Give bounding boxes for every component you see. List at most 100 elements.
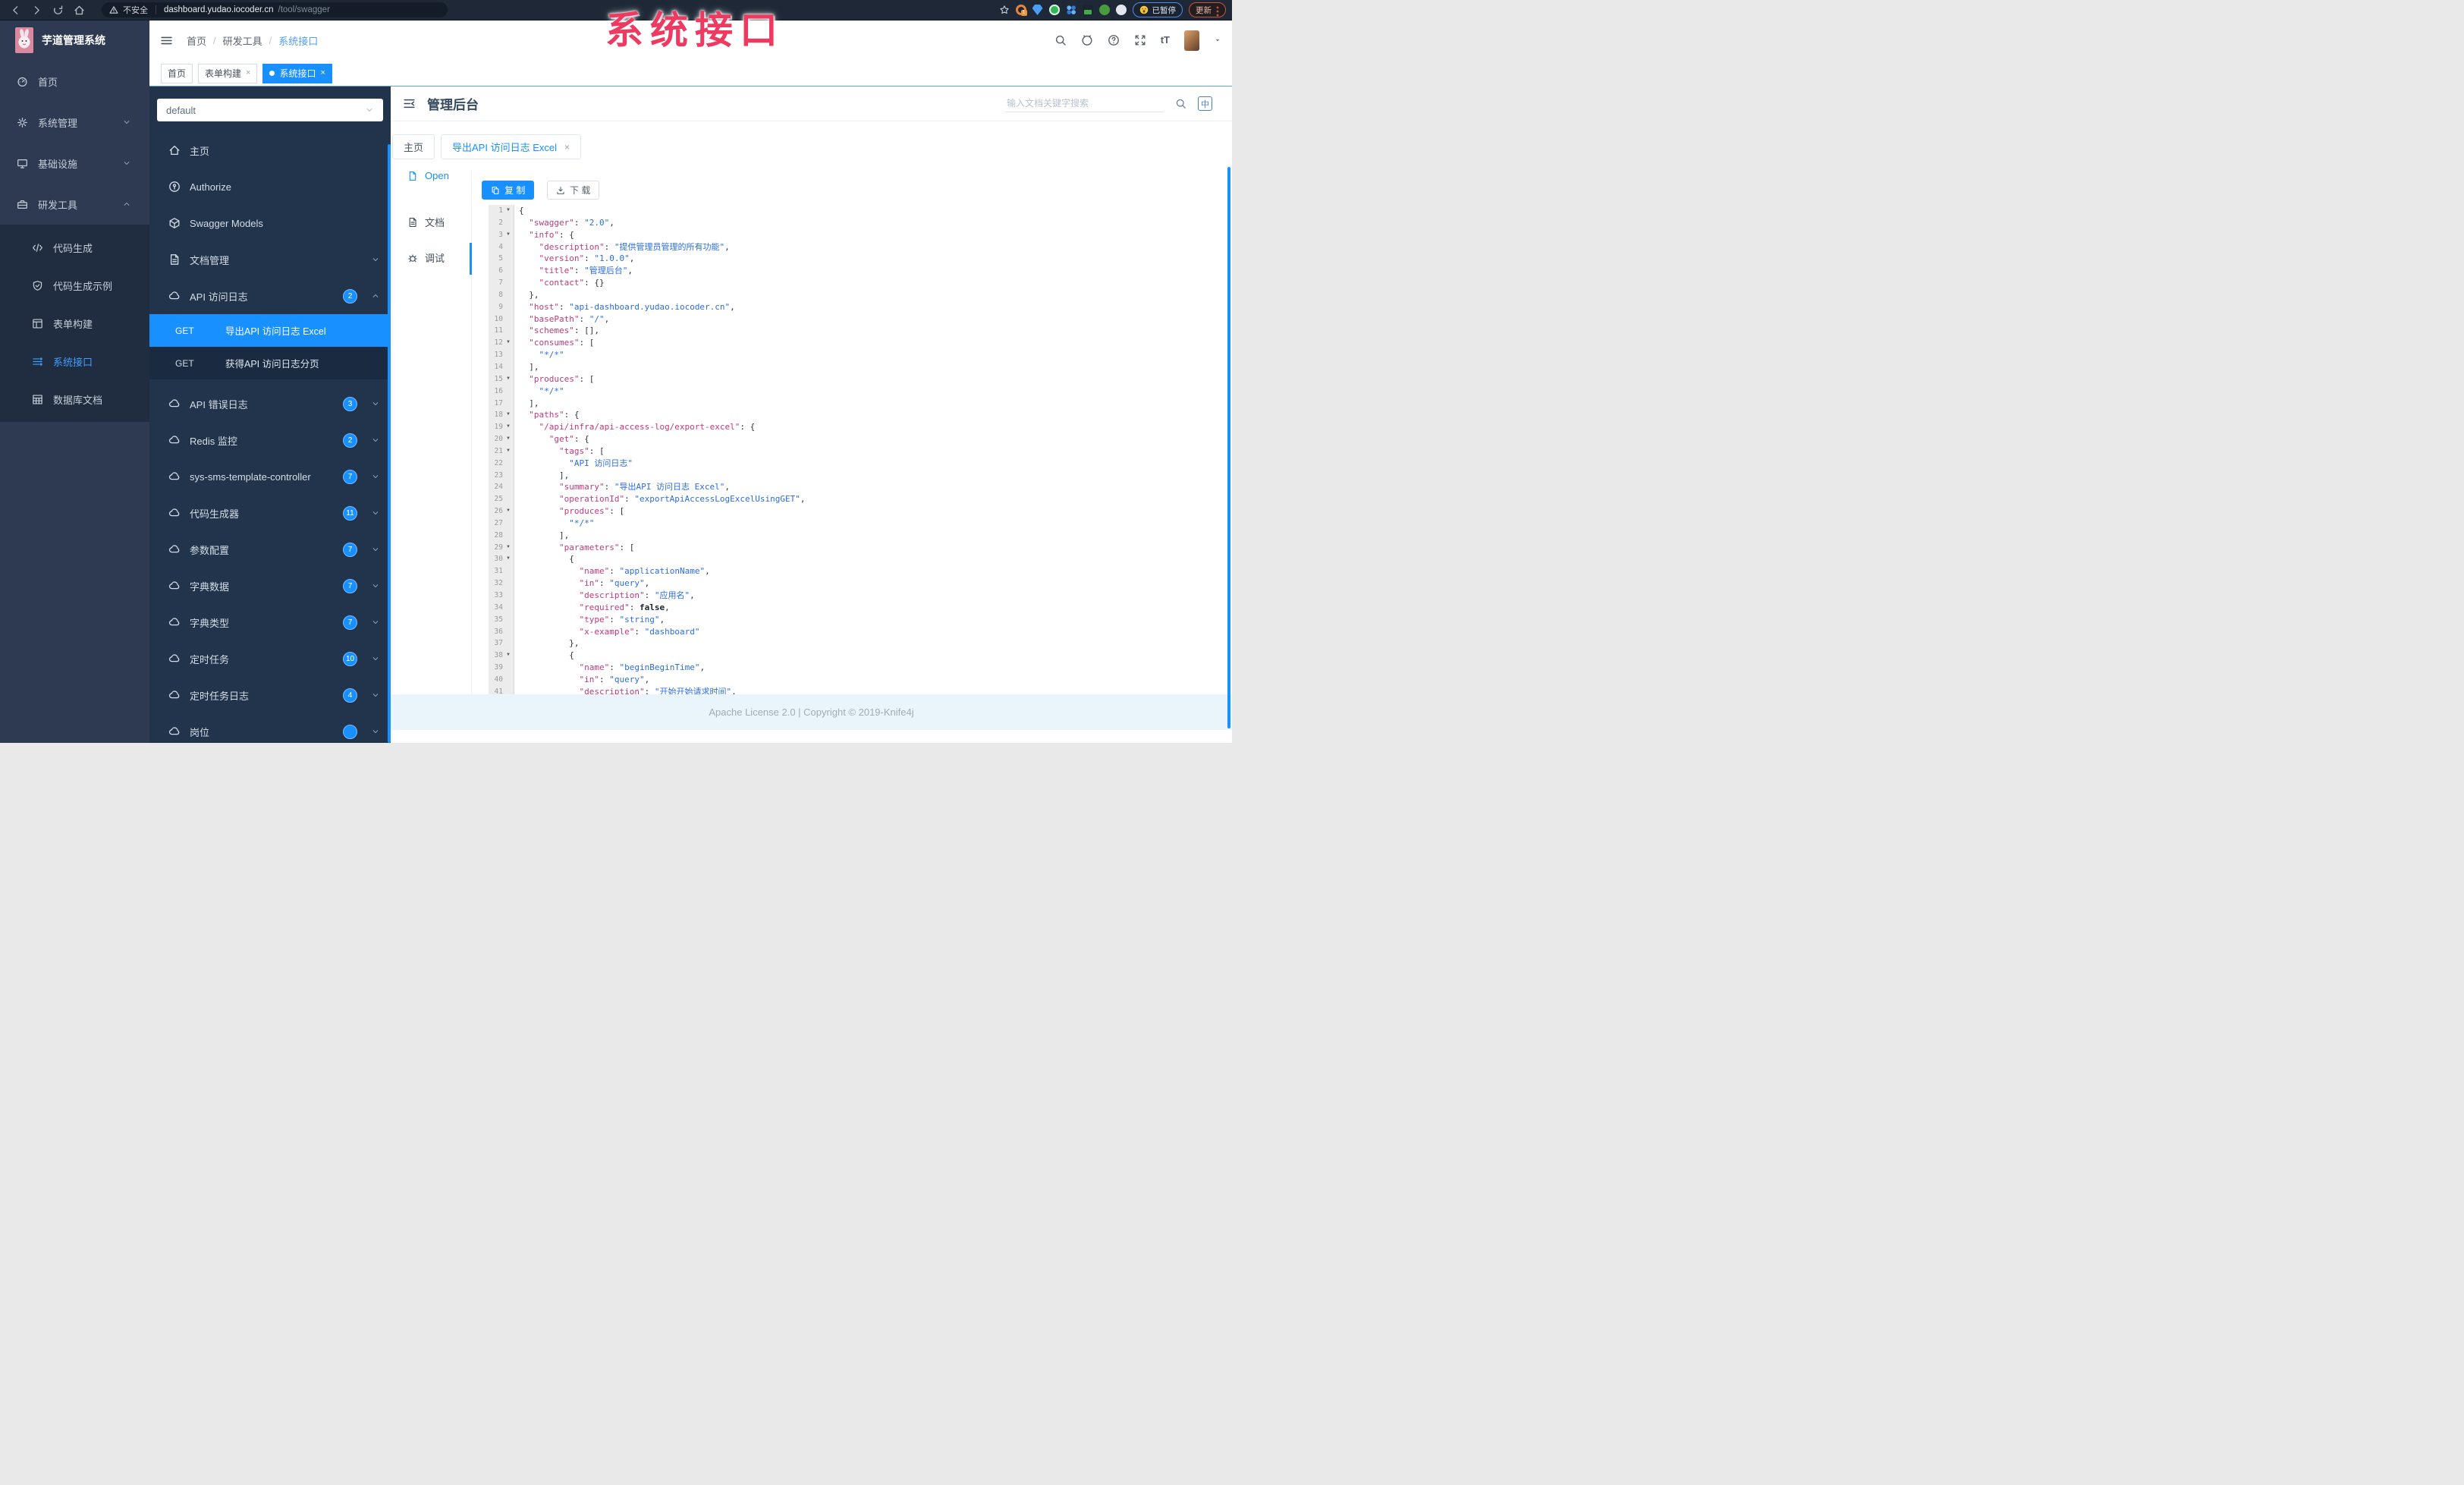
breadcrumb-item[interactable]: 研发工具 bbox=[223, 33, 262, 48]
close-icon[interactable]: × bbox=[320, 69, 325, 77]
api-endpoint-1[interactable]: GET 获得API 访问日志分页 bbox=[149, 347, 391, 379]
mini-menu-Open[interactable]: Open bbox=[407, 170, 449, 181]
line-number[interactable]: 38 bbox=[489, 650, 503, 662]
download-button[interactable]: 下 载 bbox=[547, 181, 600, 200]
swagger-nav-2[interactable]: Swagger Models bbox=[149, 205, 391, 241]
line-number[interactable]: 9 bbox=[489, 301, 503, 313]
line-number[interactable]: 8 bbox=[489, 289, 503, 301]
line-number[interactable]: 17 bbox=[489, 398, 503, 410]
extension-icon-4[interactable] bbox=[1065, 5, 1076, 15]
fullscreen-icon[interactable] bbox=[1134, 34, 1146, 46]
doc-tab-1[interactable]: 导出API 访问日志 Excel × bbox=[441, 134, 581, 159]
content-scrollbar[interactable] bbox=[1227, 167, 1230, 728]
back-icon[interactable] bbox=[10, 5, 21, 16]
api-group-0[interactable]: API 访问日志 2 bbox=[149, 278, 391, 314]
line-number[interactable]: 1 bbox=[489, 205, 503, 217]
line-number[interactable]: 7 bbox=[489, 277, 503, 289]
search-icon[interactable] bbox=[1054, 34, 1067, 46]
fold-icon[interactable]: ▼ bbox=[503, 650, 514, 662]
fold-icon[interactable]: ▼ bbox=[503, 421, 514, 433]
fold-icon[interactable]: ▼ bbox=[503, 553, 514, 565]
line-number[interactable]: 31 bbox=[489, 565, 503, 577]
line-number[interactable]: 12 bbox=[489, 337, 503, 349]
sidebar-item-3[interactable]: 研发工具 bbox=[0, 184, 149, 225]
line-number[interactable]: 3 bbox=[489, 229, 503, 241]
sidebar-subitem-4[interactable]: 数据库文档 bbox=[0, 380, 149, 418]
sidebar-item-1[interactable]: 系统管理 bbox=[0, 102, 149, 143]
extension-icon-1[interactable]: 1 bbox=[1015, 5, 1027, 16]
line-number[interactable]: 5 bbox=[489, 253, 503, 265]
app-logo[interactable]: 芋道管理系统 bbox=[0, 20, 149, 61]
line-number[interactable]: 37 bbox=[489, 637, 503, 650]
line-number[interactable]: 10 bbox=[489, 313, 503, 326]
fold-icon[interactable]: ▼ bbox=[503, 505, 514, 518]
line-number[interactable]: 23 bbox=[489, 470, 503, 482]
sidebar-item-2[interactable]: 基础设施 bbox=[0, 143, 149, 184]
security-label[interactable]: 不安全 bbox=[123, 4, 148, 16]
fold-icon[interactable]: ▼ bbox=[503, 433, 514, 445]
mini-menu-文档[interactable]: 文档 bbox=[407, 215, 445, 229]
fold-icon[interactable]: ▼ bbox=[503, 542, 514, 554]
line-number[interactable]: 24 bbox=[489, 481, 503, 493]
line-number[interactable]: 14 bbox=[489, 361, 503, 373]
line-number[interactable]: 18 bbox=[489, 409, 503, 421]
line-number[interactable]: 39 bbox=[489, 662, 503, 674]
fold-icon[interactable]: ▼ bbox=[503, 205, 514, 217]
line-number[interactable]: 36 bbox=[489, 626, 503, 638]
fold-icon[interactable]: ▼ bbox=[503, 229, 514, 241]
line-number[interactable]: 30 bbox=[489, 553, 503, 565]
tag-1[interactable]: 表单构建 × bbox=[198, 63, 258, 83]
update-button[interactable]: 更新 bbox=[1189, 2, 1226, 17]
api-group-10[interactable]: 岗位 bbox=[149, 713, 391, 743]
sidebar-subitem-0[interactable]: 代码生成 bbox=[0, 228, 149, 266]
api-group-6[interactable]: 字典数据 7 bbox=[149, 568, 391, 604]
breadcrumb-item[interactable]: 首页 bbox=[187, 33, 206, 48]
extension-icon-6[interactable] bbox=[1098, 5, 1110, 15]
line-number[interactable]: 26 bbox=[489, 505, 503, 518]
mini-menu-调试[interactable]: 调试 bbox=[407, 250, 445, 265]
sidebar-subitem-3[interactable]: 系统接口 bbox=[0, 342, 149, 380]
copy-button[interactable]: 复 制 bbox=[482, 181, 535, 200]
fold-icon[interactable]: ▼ bbox=[503, 409, 514, 421]
sidebar-subitem-2[interactable]: 表单构建 bbox=[0, 304, 149, 342]
breadcrumb-item[interactable]: 系统接口 bbox=[278, 33, 318, 48]
line-number[interactable]: 19 bbox=[489, 421, 503, 433]
api-group-select[interactable]: default bbox=[157, 99, 383, 121]
doc-search-icon[interactable] bbox=[1175, 98, 1186, 109]
line-number[interactable]: 35 bbox=[489, 614, 503, 626]
api-group-3[interactable]: sys-sms-template-controller 7 bbox=[149, 458, 391, 495]
extension-icon-7[interactable] bbox=[1115, 5, 1127, 15]
tag-0[interactable]: 首页 bbox=[161, 63, 193, 83]
line-number[interactable]: 32 bbox=[489, 577, 503, 590]
help-icon[interactable] bbox=[1108, 34, 1120, 46]
api-group-4[interactable]: 代码生成器 11 bbox=[149, 495, 391, 531]
line-number[interactable]: 34 bbox=[489, 602, 503, 614]
line-number[interactable]: 21 bbox=[489, 445, 503, 458]
line-number[interactable]: 6 bbox=[489, 265, 503, 277]
line-number[interactable]: 16 bbox=[489, 385, 503, 398]
home-icon[interactable] bbox=[74, 5, 85, 16]
fold-icon[interactable]: ▼ bbox=[503, 445, 514, 458]
line-number[interactable]: 29 bbox=[489, 542, 503, 554]
line-number[interactable]: 33 bbox=[489, 590, 503, 602]
line-number[interactable]: 2 bbox=[489, 217, 503, 229]
kebab-menu-icon[interactable] bbox=[1216, 5, 1219, 17]
line-number[interactable]: 20 bbox=[489, 433, 503, 445]
avatar-caret-icon[interactable] bbox=[1214, 36, 1221, 44]
api-group-5[interactable]: 参数配置 7 bbox=[149, 531, 391, 568]
line-number[interactable]: 40 bbox=[489, 674, 503, 686]
line-number[interactable]: 4 bbox=[489, 241, 503, 253]
address-bar[interactable]: 不安全 dashboard.yudao.iocoder.cn/tool/swag… bbox=[102, 2, 448, 17]
fold-icon[interactable]: ▼ bbox=[503, 337, 514, 349]
api-group-9[interactable]: 定时任务日志 4 bbox=[149, 677, 391, 713]
github-icon[interactable] bbox=[1081, 34, 1093, 46]
collapse-menu-icon[interactable] bbox=[403, 97, 416, 110]
doc-tab-0[interactable]: 主页 bbox=[392, 134, 435, 159]
line-number[interactable]: 13 bbox=[489, 349, 503, 361]
language-switch-icon[interactable]: 中 bbox=[1198, 96, 1212, 111]
extension-icon-3[interactable] bbox=[1048, 5, 1060, 15]
tag-2[interactable]: 系统接口 × bbox=[262, 63, 332, 83]
sidebar-subitem-1[interactable]: 代码生成示例 bbox=[0, 266, 149, 304]
sidebar-item-0[interactable]: 首页 bbox=[0, 61, 149, 102]
swagger-nav-3[interactable]: 文档管理 bbox=[149, 241, 391, 278]
